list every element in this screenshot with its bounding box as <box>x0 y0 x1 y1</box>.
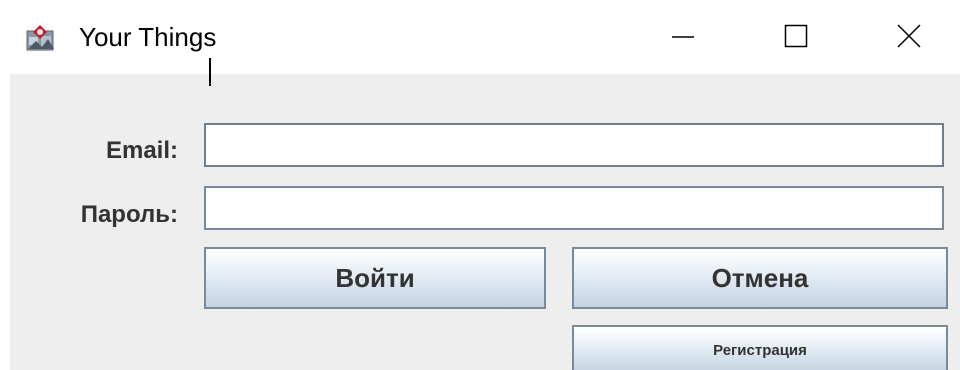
minimize-icon <box>672 36 694 38</box>
maximize-icon <box>784 24 808 48</box>
password-label: Пароль: <box>80 201 178 228</box>
minimize-button[interactable] <box>660 14 706 58</box>
login-button[interactable]: Войти <box>204 247 546 309</box>
window-title: Your Things <box>79 22 217 52</box>
login-window: Your Things Email: Пароль: Войти Отмена … <box>0 0 960 370</box>
register-button[interactable]: Регистрация <box>572 325 948 370</box>
email-field[interactable] <box>204 123 944 167</box>
title-bar[interactable]: Your Things <box>0 0 960 74</box>
close-button[interactable] <box>886 14 932 58</box>
java-app-icon <box>26 25 54 51</box>
password-field[interactable] <box>204 186 944 230</box>
cancel-button[interactable]: Отмена <box>572 247 948 309</box>
close-icon <box>897 24 921 48</box>
text-caret <box>209 58 211 86</box>
login-form-panel: Email: Пароль: Войти Отмена Регистрация <box>10 74 960 370</box>
maximize-button[interactable] <box>773 14 819 58</box>
email-label: Email: <box>105 137 178 164</box>
